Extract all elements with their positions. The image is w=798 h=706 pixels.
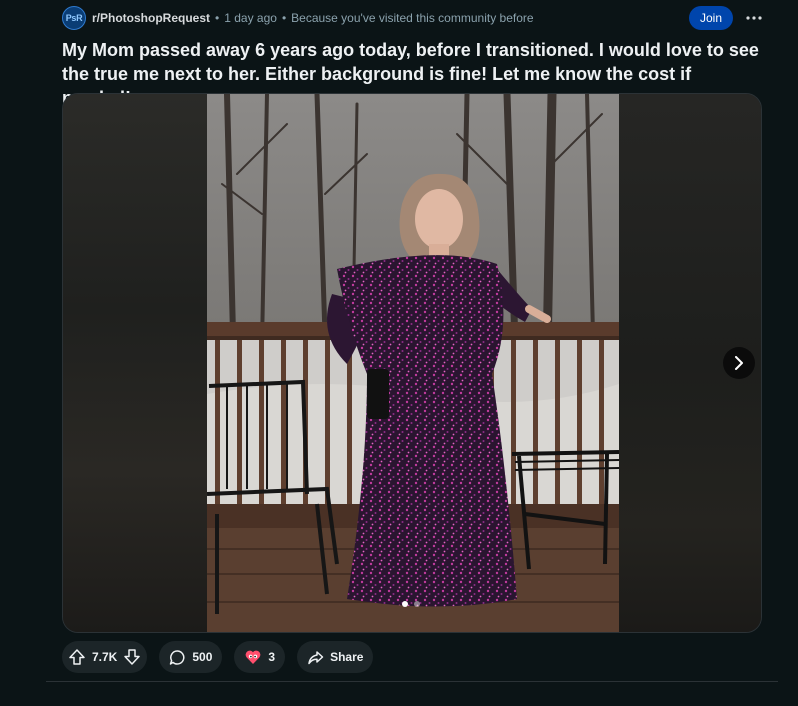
- separator-dot: •: [215, 11, 220, 25]
- pager-dot-active[interactable]: [402, 601, 408, 607]
- award-button[interactable]: 3: [234, 641, 286, 673]
- action-bar: 7.7K 500 3 Share: [62, 641, 374, 673]
- separator-dot: •: [281, 11, 287, 25]
- vote-count: 7.7K: [92, 650, 118, 664]
- comment-count: 500: [192, 650, 213, 664]
- pager-dot[interactable]: [414, 601, 420, 607]
- join-button[interactable]: Join: [689, 6, 733, 30]
- award-count: 3: [268, 650, 276, 664]
- award-icon: [246, 650, 261, 664]
- post-header: PsR r/PhotoshopRequest • 1 day ago • Bec…: [62, 6, 762, 30]
- comment-icon: [170, 649, 185, 665]
- vote-pill: 7.7K: [62, 641, 148, 673]
- share-icon: [308, 650, 324, 664]
- share-button[interactable]: Share: [297, 641, 374, 673]
- chevron-right-icon: [735, 356, 743, 370]
- gallery-next-button[interactable]: [723, 347, 755, 379]
- more-options-button[interactable]: [742, 6, 766, 30]
- recommendation-reason: Because you've visited this community be…: [291, 11, 534, 25]
- ellipsis-icon: [746, 16, 762, 20]
- post-card: PsR r/PhotoshopRequest • 1 day ago • Bec…: [0, 0, 798, 706]
- post-time: 1 day ago: [224, 11, 277, 25]
- downvote-icon[interactable]: [123, 648, 141, 666]
- subreddit-avatar[interactable]: PsR: [62, 6, 86, 30]
- post-divider: [46, 681, 778, 682]
- gallery-pager: [402, 601, 420, 607]
- post-photo[interactable]: [207, 94, 619, 633]
- gallery-blur-left: [63, 94, 207, 632]
- comments-button[interactable]: 500: [159, 641, 223, 673]
- upvote-icon[interactable]: [68, 648, 86, 666]
- media-gallery[interactable]: [62, 93, 762, 633]
- share-label: Share: [330, 650, 364, 664]
- subreddit-link[interactable]: r/PhotoshopRequest: [92, 11, 210, 25]
